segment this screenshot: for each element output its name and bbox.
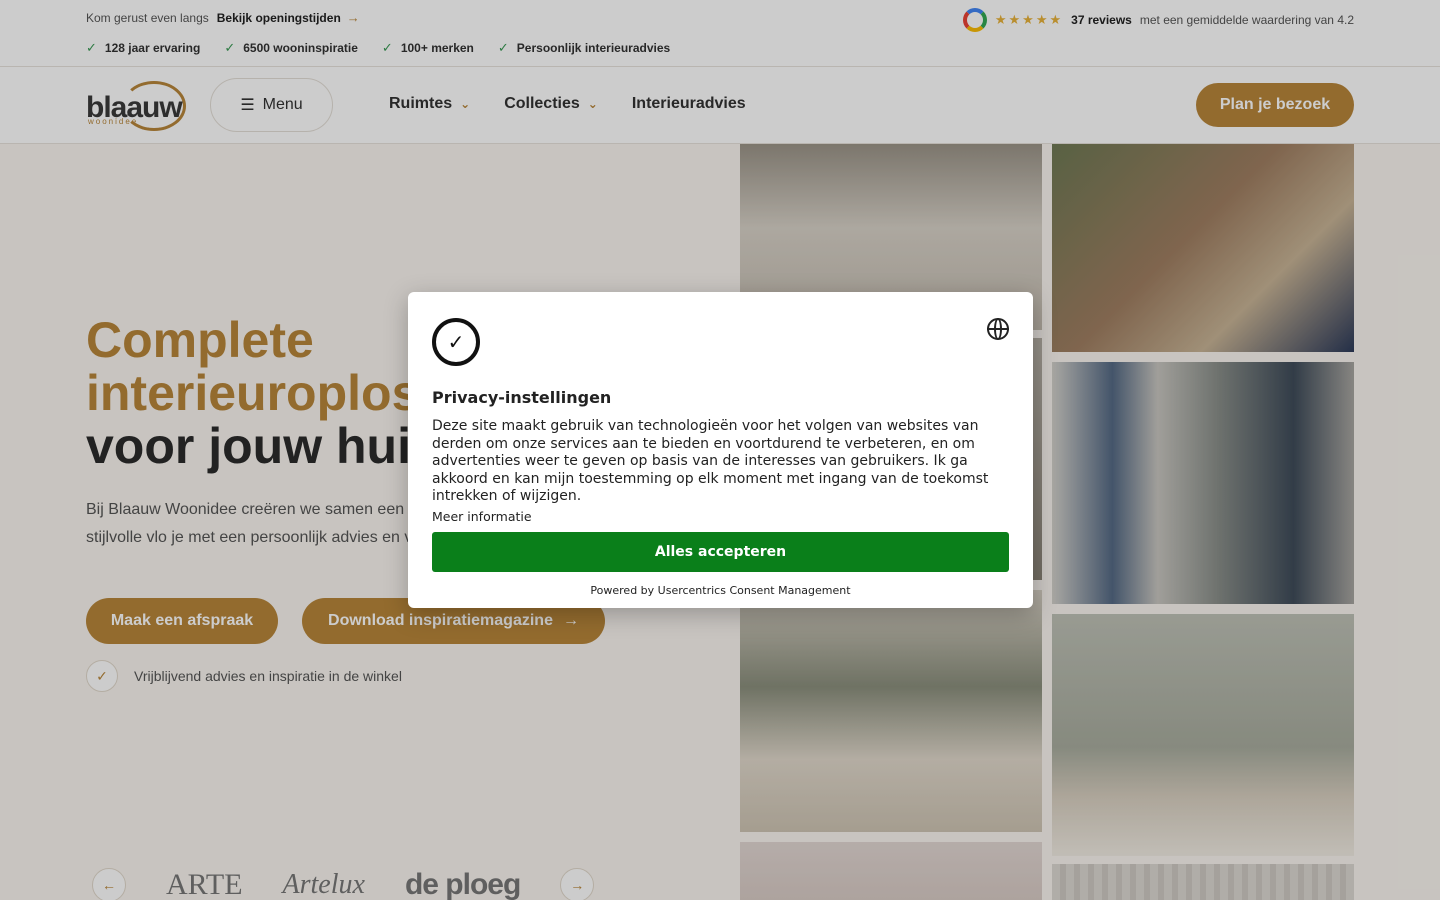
globe-icon[interactable] — [987, 318, 1009, 340]
more-info-link[interactable]: Meer informatie — [432, 509, 532, 524]
privacy-modal: ✓ Privacy-instellingen Deze site maakt g… — [408, 292, 1033, 608]
modal-title: Privacy-instellingen — [432, 388, 612, 407]
modal-description: Deze site maakt gebruik van technologieë… — [432, 418, 989, 504]
powered-by-text: Powered by Usercentrics Consent Manageme… — [590, 584, 851, 597]
accept-all-button[interactable]: Alles accepteren — [432, 532, 1009, 572]
privacy-shield-icon: ✓ — [432, 318, 480, 366]
